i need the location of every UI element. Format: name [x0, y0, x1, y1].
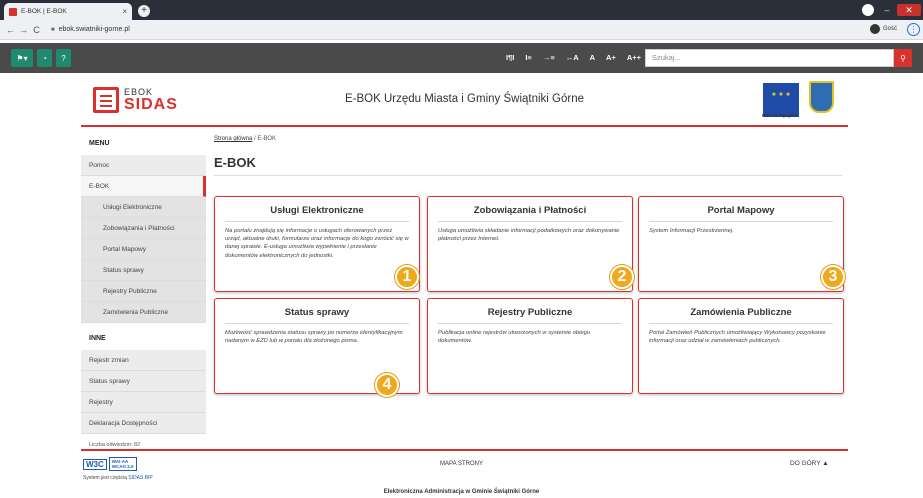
- to-top-label: DO GÓRY: [790, 460, 821, 467]
- eu-flag-icon: ★ ★ ★: [763, 83, 799, 117]
- browser-tab[interactable]: E-BOK | E-BOK ×: [4, 3, 132, 20]
- rss-icon[interactable]: ◔: [37, 49, 52, 67]
- tile-title: Zobowiązania i Płatności: [438, 205, 622, 222]
- sidebar: MENU Pomoc E-BOK Usługi Elektroniczne Zobow…: [81, 136, 206, 456]
- new-tab-button[interactable]: +: [138, 5, 150, 17]
- sidebar-item-rejestry-publiczne[interactable]: Rejestry Publiczne: [81, 281, 206, 302]
- tile-description: Publikacja online rejestrów utworzonych …: [438, 330, 591, 345]
- sidas-note-text: System jest częścią: [83, 475, 127, 481]
- number-badge: 2: [610, 265, 634, 289]
- window-minimize-icon[interactable]: –: [880, 4, 894, 16]
- tile-title: Status sprawy: [225, 307, 409, 324]
- sidebar-item-status-sprawy[interactable]: Status sprawy: [81, 371, 206, 392]
- tile-title: Portal Mapowy: [649, 205, 833, 222]
- sidas-note: System jest częścią SIDAS BIP: [83, 475, 153, 481]
- other-heading: INNE: [89, 335, 106, 342]
- tile-description: Usługa umożliwia składanie informacji po…: [438, 228, 620, 243]
- help-icon[interactable]: ?: [56, 49, 71, 67]
- reload-icon[interactable]: C: [30, 25, 43, 35]
- browser-tab-bar: E-BOK | E-BOK × + – ✕: [0, 0, 923, 20]
- number-badge: 4: [375, 373, 399, 397]
- search-icon[interactable]: ⚲: [894, 49, 912, 67]
- breadcrumb-home[interactable]: Strona główna: [214, 136, 252, 142]
- crest-icon: [809, 81, 834, 113]
- person-icon: [870, 24, 880, 34]
- accessibility-toolbar: I¶I I≡ →≡ ↔A A A+ A++ ◉: [506, 53, 659, 62]
- sidebar-item-status-sprawy[interactable]: Status sprawy: [81, 260, 206, 281]
- sitemap-link[interactable]: MAPA STRONY: [0, 461, 923, 467]
- main-content: Strona główna / E-BOK E-BOK: [214, 136, 842, 176]
- lock-icon: ■: [51, 26, 55, 33]
- tile-status-sprawy[interactable]: Status sprawy Możliwość sprawdzenia statu…: [214, 298, 420, 397]
- sidebar-item-zobowiazania-i-platnosci[interactable]: Zobowiązania i Płatności: [81, 218, 206, 239]
- tile-title: Rejestry Publiczne: [438, 307, 622, 324]
- visit-counter: Liczba odwiedzin: 82: [89, 442, 141, 448]
- site-header: EBOK SIDAS E-BOK Urzędu Miasta i Gminy Ś…: [81, 73, 848, 127]
- favicon-icon: [9, 7, 17, 16]
- sidebar-item-pomoc[interactable]: Pomoc: [81, 155, 206, 176]
- sidebar-item-zamowienia-publiczne[interactable]: Zamówienia Publiczne: [81, 302, 206, 323]
- number-badge: 1: [395, 265, 419, 289]
- flag-icon[interactable]: ⚑▾: [11, 49, 33, 67]
- tile-title: Usługi Elektroniczne: [225, 205, 409, 222]
- profile-label: Gość: [883, 26, 898, 32]
- tab-close-icon[interactable]: ×: [122, 7, 127, 16]
- sidebar-item-uslugi-elektroniczne[interactable]: Usługi Elektroniczne: [81, 197, 206, 218]
- search-input[interactable]: Szukaj...: [645, 49, 894, 67]
- tile-uslugi-elektroniczne[interactable]: Usługi Elektroniczne Na portalu znajdują …: [214, 196, 420, 292]
- font-size-option[interactable]: A+: [606, 53, 616, 62]
- tile-description: Możliwość sprawdzenia statusu sprawy po …: [225, 330, 403, 345]
- footer-divider: [81, 449, 848, 451]
- tile-description: System Informacji Przestrzennej.: [649, 228, 734, 234]
- tile-description: Portal Zamówień Publicznych umożliwiając…: [649, 330, 826, 345]
- window-close-icon[interactable]: ✕: [897, 4, 921, 16]
- page-title: E-BOK: [214, 155, 842, 176]
- menu-heading: MENU: [89, 140, 110, 147]
- tile-zobowiazania-i-platnosci[interactable]: Zobowiązania i Płatności Usługa umożliwia…: [427, 196, 634, 292]
- footer-title: Elektroniczna Administracja w Gminie Świ…: [383, 489, 540, 495]
- back-icon[interactable]: ←: [4, 25, 17, 35]
- access-option[interactable]: I¶I: [506, 53, 514, 62]
- breadcrumb: Strona główna / E-BOK: [214, 136, 842, 142]
- access-option[interactable]: →≡: [543, 53, 555, 62]
- sidebar-item-portal-mapowy[interactable]: Portal Mapowy: [81, 239, 206, 260]
- access-option[interactable]: I≡: [525, 53, 531, 62]
- tile-zamowienia-publiczne[interactable]: Zamówienia Publiczne Portal Zamówień Publ…: [638, 298, 844, 394]
- font-size-option[interactable]: A++: [627, 53, 641, 62]
- sidebar-item-e-bok[interactable]: E-BOK: [81, 176, 206, 197]
- site-topbar: ⚑▾ ◔ ? I¶I I≡ →≡ ↔A A A+ A++ ◉ Szukaj...…: [0, 43, 923, 73]
- breadcrumb-separator: /: [254, 136, 256, 142]
- profile-button[interactable]: Gość: [870, 24, 897, 34]
- access-option[interactable]: ↔A: [566, 53, 579, 62]
- breadcrumb-current: E-BOK: [257, 136, 277, 142]
- number-badge: 3: [821, 265, 845, 289]
- site-title: E-BOK Urzędu Miasta i Gminy Świątniki Gó…: [344, 93, 585, 105]
- url-field[interactable]: ebok.swiatniki-gorne.pl: [59, 26, 130, 33]
- tile-rejestry-publiczne[interactable]: Rejestry Publiczne Publikacja online reje…: [427, 298, 633, 394]
- sidebar-item-rejestr-zmian[interactable]: Rejestr zmian: [81, 350, 206, 371]
- eu-label: Unia Europejska: [762, 113, 798, 118]
- tile-description: Na portalu znajdują się informacje o usł…: [225, 228, 409, 259]
- sidebar-item-deklaracja-dostepnosci[interactable]: Deklaracja Dostępności: [81, 413, 206, 434]
- tab-title: E-BOK | E-BOK: [21, 8, 67, 15]
- to-top-link[interactable]: DO GÓRY ▲: [790, 460, 829, 467]
- font-size-option[interactable]: A: [590, 53, 595, 62]
- sidas-bip-link[interactable]: SIDAS BIP: [128, 475, 152, 481]
- address-bar: ← → C ■ ebok.swiatniki-gorne.pl Gość ⋮: [0, 20, 923, 40]
- window-profile-icon[interactable]: [862, 4, 874, 16]
- arrow-up-icon: ▲: [822, 460, 829, 467]
- sidebar-item-rejestry[interactable]: Rejestry: [81, 392, 206, 413]
- menu-icon[interactable]: ⋮: [907, 23, 920, 36]
- tile-portal-mapowy[interactable]: Portal Mapowy System Informacji Przestrze…: [638, 196, 845, 292]
- tile-title: Zamówienia Publiczne: [649, 307, 833, 324]
- forward-icon[interactable]: →: [17, 25, 30, 35]
